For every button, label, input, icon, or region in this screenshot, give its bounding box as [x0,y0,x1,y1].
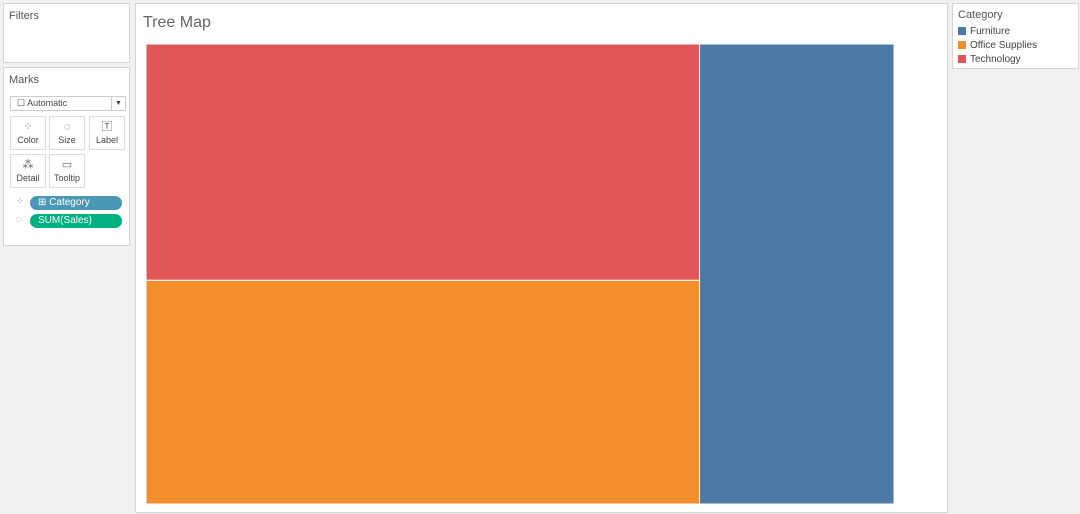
category-pill[interactable]: ⊞ Category [30,196,122,210]
sum-sales-pill[interactable]: SUM(Sales) [30,214,122,228]
legend-item[interactable]: Technology [953,52,1078,66]
legend-title: Category [958,9,1003,21]
worksheet: Tree Map [135,3,948,513]
label-label: Label [95,135,119,145]
size-button[interactable]: ◌ Size [49,116,85,150]
mark-type-value: Automatic [27,98,68,108]
detail-button[interactable]: ⁂ Detail [10,154,46,188]
color-button[interactable]: ⁘ Color [10,116,46,150]
chevron-down-icon: ▼ [111,97,125,110]
color-legend: Category Furniture Office Supplies Technol… [952,3,1079,69]
label-button[interactable]: 🅃 Label [89,116,125,150]
legend-item[interactable]: Furniture [953,24,1078,38]
label-icon: 🅃 [101,121,113,133]
detail-icon: ⁂ [22,159,34,171]
legend-swatch [958,55,966,63]
tooltip-icon: ▭ [61,159,73,171]
treemap-rect-furniture[interactable] [699,43,895,505]
color-icon: ⁘ [16,196,24,206]
tooltip-label: Tooltip [53,173,80,183]
treemap-rect-technology[interactable] [145,43,701,281]
filters-title: Filters [9,10,39,22]
color-icon: ⁘ [23,121,33,133]
treemap-rect-office-supplies[interactable] [145,279,701,505]
mark-type-dropdown[interactable]: ☐ Automatic ▼ [10,96,126,111]
treemap [145,43,895,505]
legend-item[interactable]: Office Supplies [953,38,1078,52]
color-label: Color [17,135,39,145]
size-icon: ◌ [16,214,22,224]
tooltip-button[interactable]: ▭ Tooltip [49,154,85,188]
size-label: Size [58,135,76,145]
marks-card: Marks ☐ Automatic ▼ ⁘ Color ◌ Size 🅃 Label ⁂… [3,67,130,246]
filters-shelf[interactable]: Filters [3,3,130,63]
detail-label: Detail [16,173,40,183]
marks-title: Marks [9,74,39,86]
square-icon: ☐ [17,98,28,108]
legend-label: Office Supplies [970,39,1038,51]
legend-label: Furniture [970,25,1011,37]
legend-label: Technology [970,53,1021,65]
size-icon: ◌ [63,121,71,133]
legend-swatch [958,27,966,35]
legend-swatch [958,41,966,49]
